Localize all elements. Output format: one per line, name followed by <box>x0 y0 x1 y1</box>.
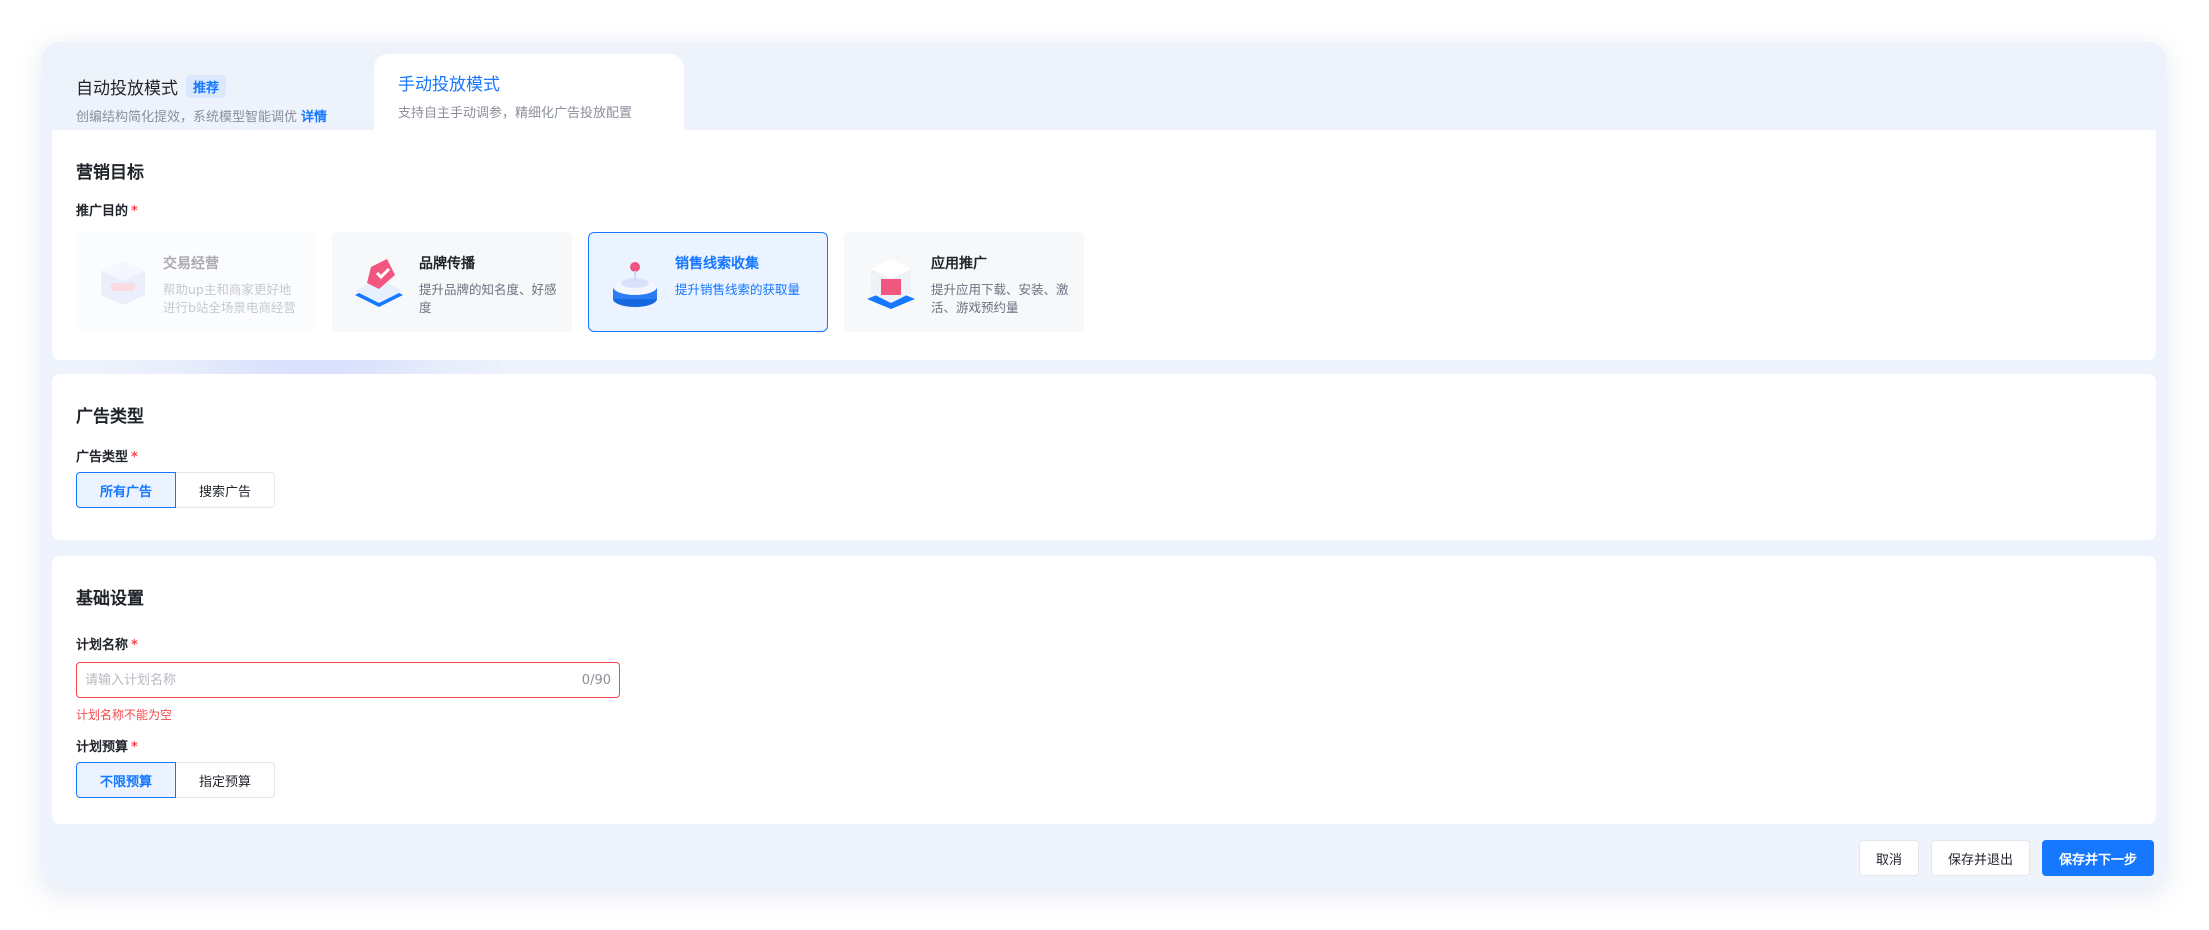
char-counter: 0/90 <box>581 672 611 688</box>
plan-name-error: 计划名称不能为空 <box>76 708 173 722</box>
section-title: 广告类型 <box>76 407 144 427</box>
mode-tabs: 自动投放模式 推荐 创编结构简化提效，系统模型智能调优 详情 手动投放模式 支持自… <box>52 54 2156 132</box>
card-desc: 提升品牌的知名度、好感度 <box>419 282 557 315</box>
basic-settings-section: 基础设置 计划名称* 0/90 计划名称不能为空 计划预算* 不限预算 指定预算 <box>52 556 2156 824</box>
tab-manual-title: 手动投放模式 <box>398 75 500 95</box>
card-desc: 帮助up主和商家更好地进行b站全场景电商经营 <box>163 282 296 315</box>
tab-auto-title-row: 自动投放模式 推荐 <box>76 74 374 99</box>
card-title: 应用推广 <box>931 256 987 272</box>
plan-name-label-text: 计划名称 <box>76 638 129 653</box>
app-frame: 自动投放模式 推荐 创编结构简化提效，系统模型智能调优 详情 手动投放模式 支持自… <box>42 42 2166 888</box>
purpose-label: 推广目的 * <box>76 200 138 219</box>
ad-type-label-text: 广告类型 <box>76 450 129 465</box>
purpose-card-leads[interactable]: 销售线索收集 提升销售线索的获取量 <box>588 232 828 332</box>
app-cube-icon <box>867 259 915 309</box>
section-title: 基础设置 <box>76 589 144 609</box>
footer-actions: 取消 保存并退出 保存并下一步 <box>1858 840 2154 876</box>
cancel-button[interactable]: 取消 <box>1858 840 1919 876</box>
ad-type-segmented: 所有广告 搜索广告 <box>76 472 275 508</box>
required-mark: * <box>131 638 138 653</box>
tab-auto-subtitle: 创编结构简化提效，系统模型智能调优 <box>76 110 298 125</box>
ad-type-label: 广告类型 * <box>76 446 138 465</box>
ad-type-option-all[interactable]: 所有广告 <box>76 472 176 508</box>
card-desc: 提升销售线索的获取量 <box>675 282 801 297</box>
card-title: 销售线索收集 <box>675 256 759 272</box>
tab-manual-mode[interactable]: 手动投放模式 支持自主手动调参，精细化广告投放配置 <box>374 54 684 132</box>
budget-label-text: 计划预算 <box>76 740 129 755</box>
save-next-button[interactable]: 保存并下一步 <box>2041 840 2154 876</box>
ad-type-option-search[interactable]: 搜索广告 <box>175 472 275 508</box>
box-icon <box>101 261 145 305</box>
save-exit-button[interactable]: 保存并退出 <box>1930 840 2030 876</box>
budget-option-unlimited[interactable]: 不限预算 <box>76 762 176 798</box>
required-mark: * <box>131 204 138 219</box>
tab-auto-title: 自动投放模式 <box>76 79 178 99</box>
purpose-card-app[interactable]: 应用推广 提升应用下载、安装、激活、游戏预约量 <box>844 232 1084 332</box>
plan-name-label: 计划名称 * <box>76 634 138 653</box>
required-mark: * <box>131 740 138 755</box>
details-link[interactable]: 详情 <box>301 110 327 125</box>
plan-name-field: 0/90 <box>76 662 620 698</box>
budget-option-specified[interactable]: 指定预算 <box>175 762 275 798</box>
card-title: 交易经营 <box>163 256 219 272</box>
marketing-goal-section: 营销目标 推广目的 * 交易经营 帮助up主和商家更好地进行b站全场景电商经营 品… <box>52 130 2156 360</box>
purpose-label-text: 推广目的 <box>76 204 129 219</box>
heart-tag-icon <box>355 259 403 307</box>
card-title: 品牌传播 <box>419 256 475 272</box>
budget-label: 计划预算 * <box>76 736 138 755</box>
tab-auto-mode[interactable]: 自动投放模式 推荐 创编结构简化提效，系统模型智能调优 详情 <box>52 58 374 132</box>
budget-segmented: 不限预算 指定预算 <box>76 762 275 798</box>
tab-auto-subtitle-row: 创编结构简化提效，系统模型智能调优 详情 <box>76 106 374 125</box>
tab-manual-subtitle: 支持自主手动调参，精细化广告投放配置 <box>398 106 633 121</box>
section-title: 营销目标 <box>76 163 144 183</box>
purpose-card-brand[interactable]: 品牌传播 提升品牌的知名度、好感度 <box>332 232 572 332</box>
purpose-card-trade: 交易经营 帮助up主和商家更好地进行b站全场景电商经营 <box>76 232 316 332</box>
recommend-badge: 推荐 <box>186 75 227 98</box>
cylinder-icon <box>613 262 657 307</box>
plan-name-input[interactable] <box>85 672 582 688</box>
required-mark: * <box>131 450 138 465</box>
ad-type-section: 广告类型 广告类型 * 所有广告 搜索广告 <box>52 374 2156 540</box>
card-desc: 提升应用下载、安装、激活、游戏预约量 <box>931 282 1069 315</box>
